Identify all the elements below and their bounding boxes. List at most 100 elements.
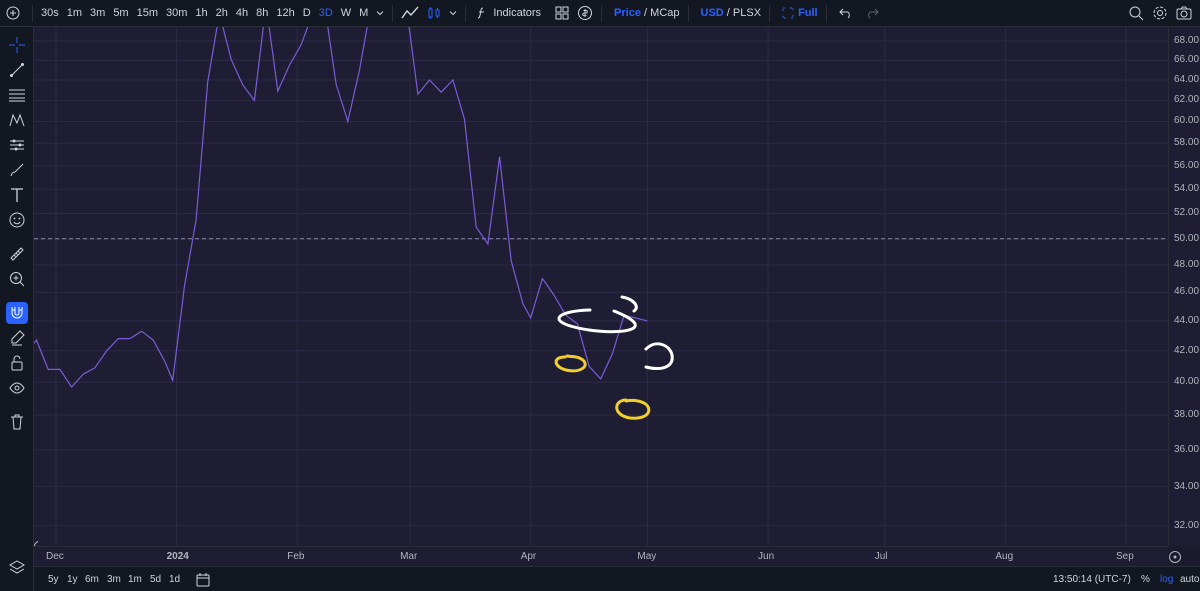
candles-icon[interactable]	[423, 6, 445, 20]
divider	[769, 4, 771, 22]
y-tick-label: 42.00	[1174, 344, 1200, 356]
y-tick-label: 62.00	[1174, 94, 1200, 106]
stay-in-drawing-mode-icon[interactable]	[6, 327, 28, 349]
magnet-icon[interactable]	[6, 302, 28, 324]
eye-icon[interactable]	[6, 377, 28, 399]
divider	[32, 4, 33, 22]
interval-15m[interactable]: 15m	[133, 0, 162, 27]
price-chart[interactable]	[34, 27, 1168, 546]
divider	[601, 4, 603, 22]
crosshair-icon[interactable]	[6, 34, 28, 56]
range-3m[interactable]: 3m	[107, 574, 121, 585]
interval-4h[interactable]: 4h	[232, 0, 252, 27]
y-tick-label: 38.00	[1174, 409, 1200, 421]
range-5y[interactable]: 5y	[48, 574, 59, 585]
usd-label: USD	[700, 6, 724, 19]
interval-1m[interactable]: 1m	[63, 0, 86, 27]
plsx-label: PLSX	[732, 6, 762, 19]
line-chart-icon[interactable]	[397, 6, 423, 20]
interval-12h[interactable]: 12h	[272, 0, 298, 27]
interval-3d[interactable]: 3D	[315, 0, 337, 27]
date-range-icon[interactable]	[196, 573, 210, 587]
y-tick-label: 40.00	[1174, 376, 1200, 388]
x-tick-label: Feb	[287, 551, 305, 562]
indicators-label: Indicators	[493, 6, 542, 19]
range-1d[interactable]: 1d	[169, 574, 180, 585]
range-6m[interactable]: 6m	[85, 574, 99, 585]
range-1m[interactable]: 1m	[128, 574, 142, 585]
divider	[392, 4, 394, 22]
range-1y[interactable]: 1y	[67, 574, 78, 585]
interval-2h[interactable]: 2h	[212, 0, 232, 27]
interval-30s[interactable]: 30s	[37, 0, 63, 27]
y-tick-label: 68.00	[1174, 35, 1200, 47]
interval-30m[interactable]: 30m	[162, 0, 191, 27]
lock-icon[interactable]	[6, 352, 28, 374]
brush-icon[interactable]	[6, 159, 28, 181]
x-tick-label: Jun	[758, 551, 775, 562]
y-tick-label: 66.00	[1174, 54, 1200, 66]
mcap-label: MCap	[650, 6, 680, 19]
emoji-icon[interactable]	[6, 209, 28, 231]
chart-pane[interactable]	[34, 27, 1168, 546]
interval-m[interactable]: M	[355, 0, 372, 27]
interval-group: 30s 1m 3m 5m 15m 30m 1h 2h 4h 8h 12h D 3D W M	[37, 0, 372, 27]
bottom-toolbar: 13:50:14 (UTC-7) % log auto 5y 1y 6m 3m 1m 5d…	[34, 566, 1200, 591]
top-toolbar: 30s 1m 3m 5m 15m 30m 1h 2h 4h 8h 12h D 3D W M Indicato…	[0, 0, 1200, 27]
forecasting-icon[interactable]	[6, 134, 28, 156]
pattern-icon[interactable]	[6, 109, 28, 131]
fullscreen-button[interactable]: Full	[774, 0, 822, 27]
divider	[825, 4, 827, 22]
range-5d[interactable]: 5d	[150, 574, 161, 585]
time-axis[interactable]: Dec 2024 Feb Mar Apr May Jun Jul Aug Sep	[34, 546, 1181, 566]
indicators-button[interactable]: Indicators	[470, 0, 545, 27]
auto-scale-toggle[interactable]: auto	[1180, 574, 1199, 585]
trash-icon[interactable]	[6, 411, 28, 433]
log-scale-toggle[interactable]: log	[1160, 574, 1173, 585]
separator-slash: /	[644, 6, 648, 19]
text-icon[interactable]	[6, 184, 28, 206]
price-line	[34, 27, 648, 388]
fullscreen-icon	[782, 7, 794, 19]
price-label: Price	[614, 6, 641, 19]
white-circle-annotation[interactable]	[557, 295, 638, 334]
y-tick-label: 32.00	[1174, 519, 1200, 531]
fib-retracement-icon[interactable]	[6, 84, 28, 106]
percent-scale-toggle[interactable]: %	[1141, 574, 1150, 585]
add-symbol-icon[interactable]	[0, 6, 28, 20]
scroll-to-realtime-icon[interactable]	[1168, 550, 1182, 564]
interval-3m[interactable]: 3m	[86, 0, 109, 27]
layouts-icon[interactable]	[551, 6, 573, 20]
quick-search-icon[interactable]	[1124, 5, 1148, 21]
object-tree-icon[interactable]	[6, 557, 28, 579]
interval-1h[interactable]: 1h	[191, 0, 211, 27]
chevron-down-icon[interactable]	[445, 9, 461, 17]
zoom-in-icon[interactable]	[6, 268, 28, 290]
x-tick-label: Sep	[1116, 551, 1134, 562]
interval-d[interactable]: D	[299, 0, 315, 27]
screenshot-camera-icon[interactable]	[1172, 6, 1200, 20]
function-icon	[478, 7, 485, 19]
replay-icon[interactable]	[573, 5, 597, 21]
trend-line-icon[interactable]	[6, 59, 28, 81]
x-tick-label: 2024	[166, 551, 189, 562]
price-mcap-toggle[interactable]: Price / MCap	[606, 0, 683, 27]
price-axis[interactable]: 68.00 66.00 64.00 62.00 60.00 58.00 56.00 54.00…	[1168, 27, 1200, 546]
white-circle-annotation[interactable]	[644, 342, 674, 370]
y-tick-label: 50.00	[1174, 232, 1200, 244]
settings-gear-icon[interactable]	[1148, 5, 1172, 21]
chevron-down-icon[interactable]	[372, 9, 388, 17]
interval-8h[interactable]: 8h	[252, 0, 272, 27]
y-tick-label: 34.00	[1174, 480, 1200, 492]
utc-clock[interactable]: 13:50:14 (UTC-7)	[1053, 574, 1131, 585]
interval-5m[interactable]: 5m	[109, 0, 132, 27]
yellow-circle-annotation[interactable]	[554, 354, 587, 373]
ruler-icon[interactable]	[6, 243, 28, 265]
interval-w[interactable]: W	[337, 0, 355, 27]
currency-toggle[interactable]: USD / PLSX	[693, 0, 766, 27]
x-tick-label: Aug	[995, 551, 1014, 562]
redo-icon[interactable]	[857, 7, 883, 19]
separator-slash: /	[726, 6, 730, 19]
y-tick-label: 52.00	[1174, 207, 1200, 219]
undo-icon[interactable]	[831, 7, 857, 19]
